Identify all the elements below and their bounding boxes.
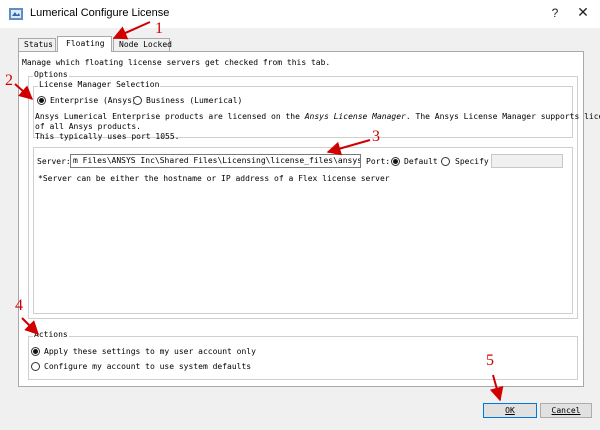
annotation-5: 5 [486, 352, 494, 369]
port-specify-input[interactable] [491, 154, 563, 168]
actions-legend: Actions [33, 330, 69, 339]
app-icon [9, 8, 23, 20]
port-default-radio[interactable] [391, 157, 400, 166]
port-specify-label[interactable]: Specify [455, 157, 489, 166]
server-area [33, 147, 573, 314]
tab-description: Manage which floating license servers ge… [22, 58, 331, 67]
license-info-line-2: of all Ansys products. [35, 122, 141, 131]
system-defaults-label[interactable]: Configure my account to use system defau… [44, 362, 251, 371]
server-note: *Server can be either the hostname or IP… [38, 174, 390, 183]
tab-status[interactable]: Status [18, 38, 56, 51]
ok-button[interactable]: OK [483, 403, 537, 418]
window-title: Lumerical Configure License [30, 7, 170, 19]
help-button[interactable]: ? [548, 6, 562, 20]
business-label[interactable]: Business (Lumerical) [146, 96, 242, 105]
port-label: Port: [366, 157, 391, 166]
system-defaults-radio[interactable] [31, 362, 40, 371]
annotation-2: 2 [5, 72, 13, 89]
enterprise-label[interactable]: Enterprise (Ansys) [50, 96, 137, 105]
close-button[interactable]: ✕ [574, 4, 592, 21]
annotation-1: 1 [155, 20, 163, 37]
license-info-line-3: This typically uses port 1055. [35, 132, 180, 141]
apply-user-label[interactable]: Apply these settings to my user account … [44, 347, 256, 356]
license-info-line-1: Ansys Lumerical Enterprise products are … [35, 112, 600, 121]
cancel-button[interactable]: Cancel [540, 403, 592, 418]
annotation-3: 3 [372, 128, 380, 145]
server-label: Server: [37, 157, 71, 166]
apply-user-radio[interactable] [31, 347, 40, 356]
tab-node-locked[interactable]: Node Locked [113, 38, 172, 51]
business-radio[interactable] [133, 96, 142, 105]
options-legend: Options [33, 70, 69, 79]
license-manager-legend: License Manager Selection [38, 80, 161, 89]
tab-floating[interactable]: Floating [57, 36, 112, 52]
enterprise-radio[interactable] [37, 96, 46, 105]
annotation-4: 4 [15, 297, 23, 314]
port-specify-radio[interactable] [441, 157, 450, 166]
actions-group [28, 336, 578, 380]
port-default-label[interactable]: Default [404, 157, 438, 166]
server-input[interactable]: m Files\ANSYS Inc\Shared Files\Licensing… [70, 154, 361, 168]
